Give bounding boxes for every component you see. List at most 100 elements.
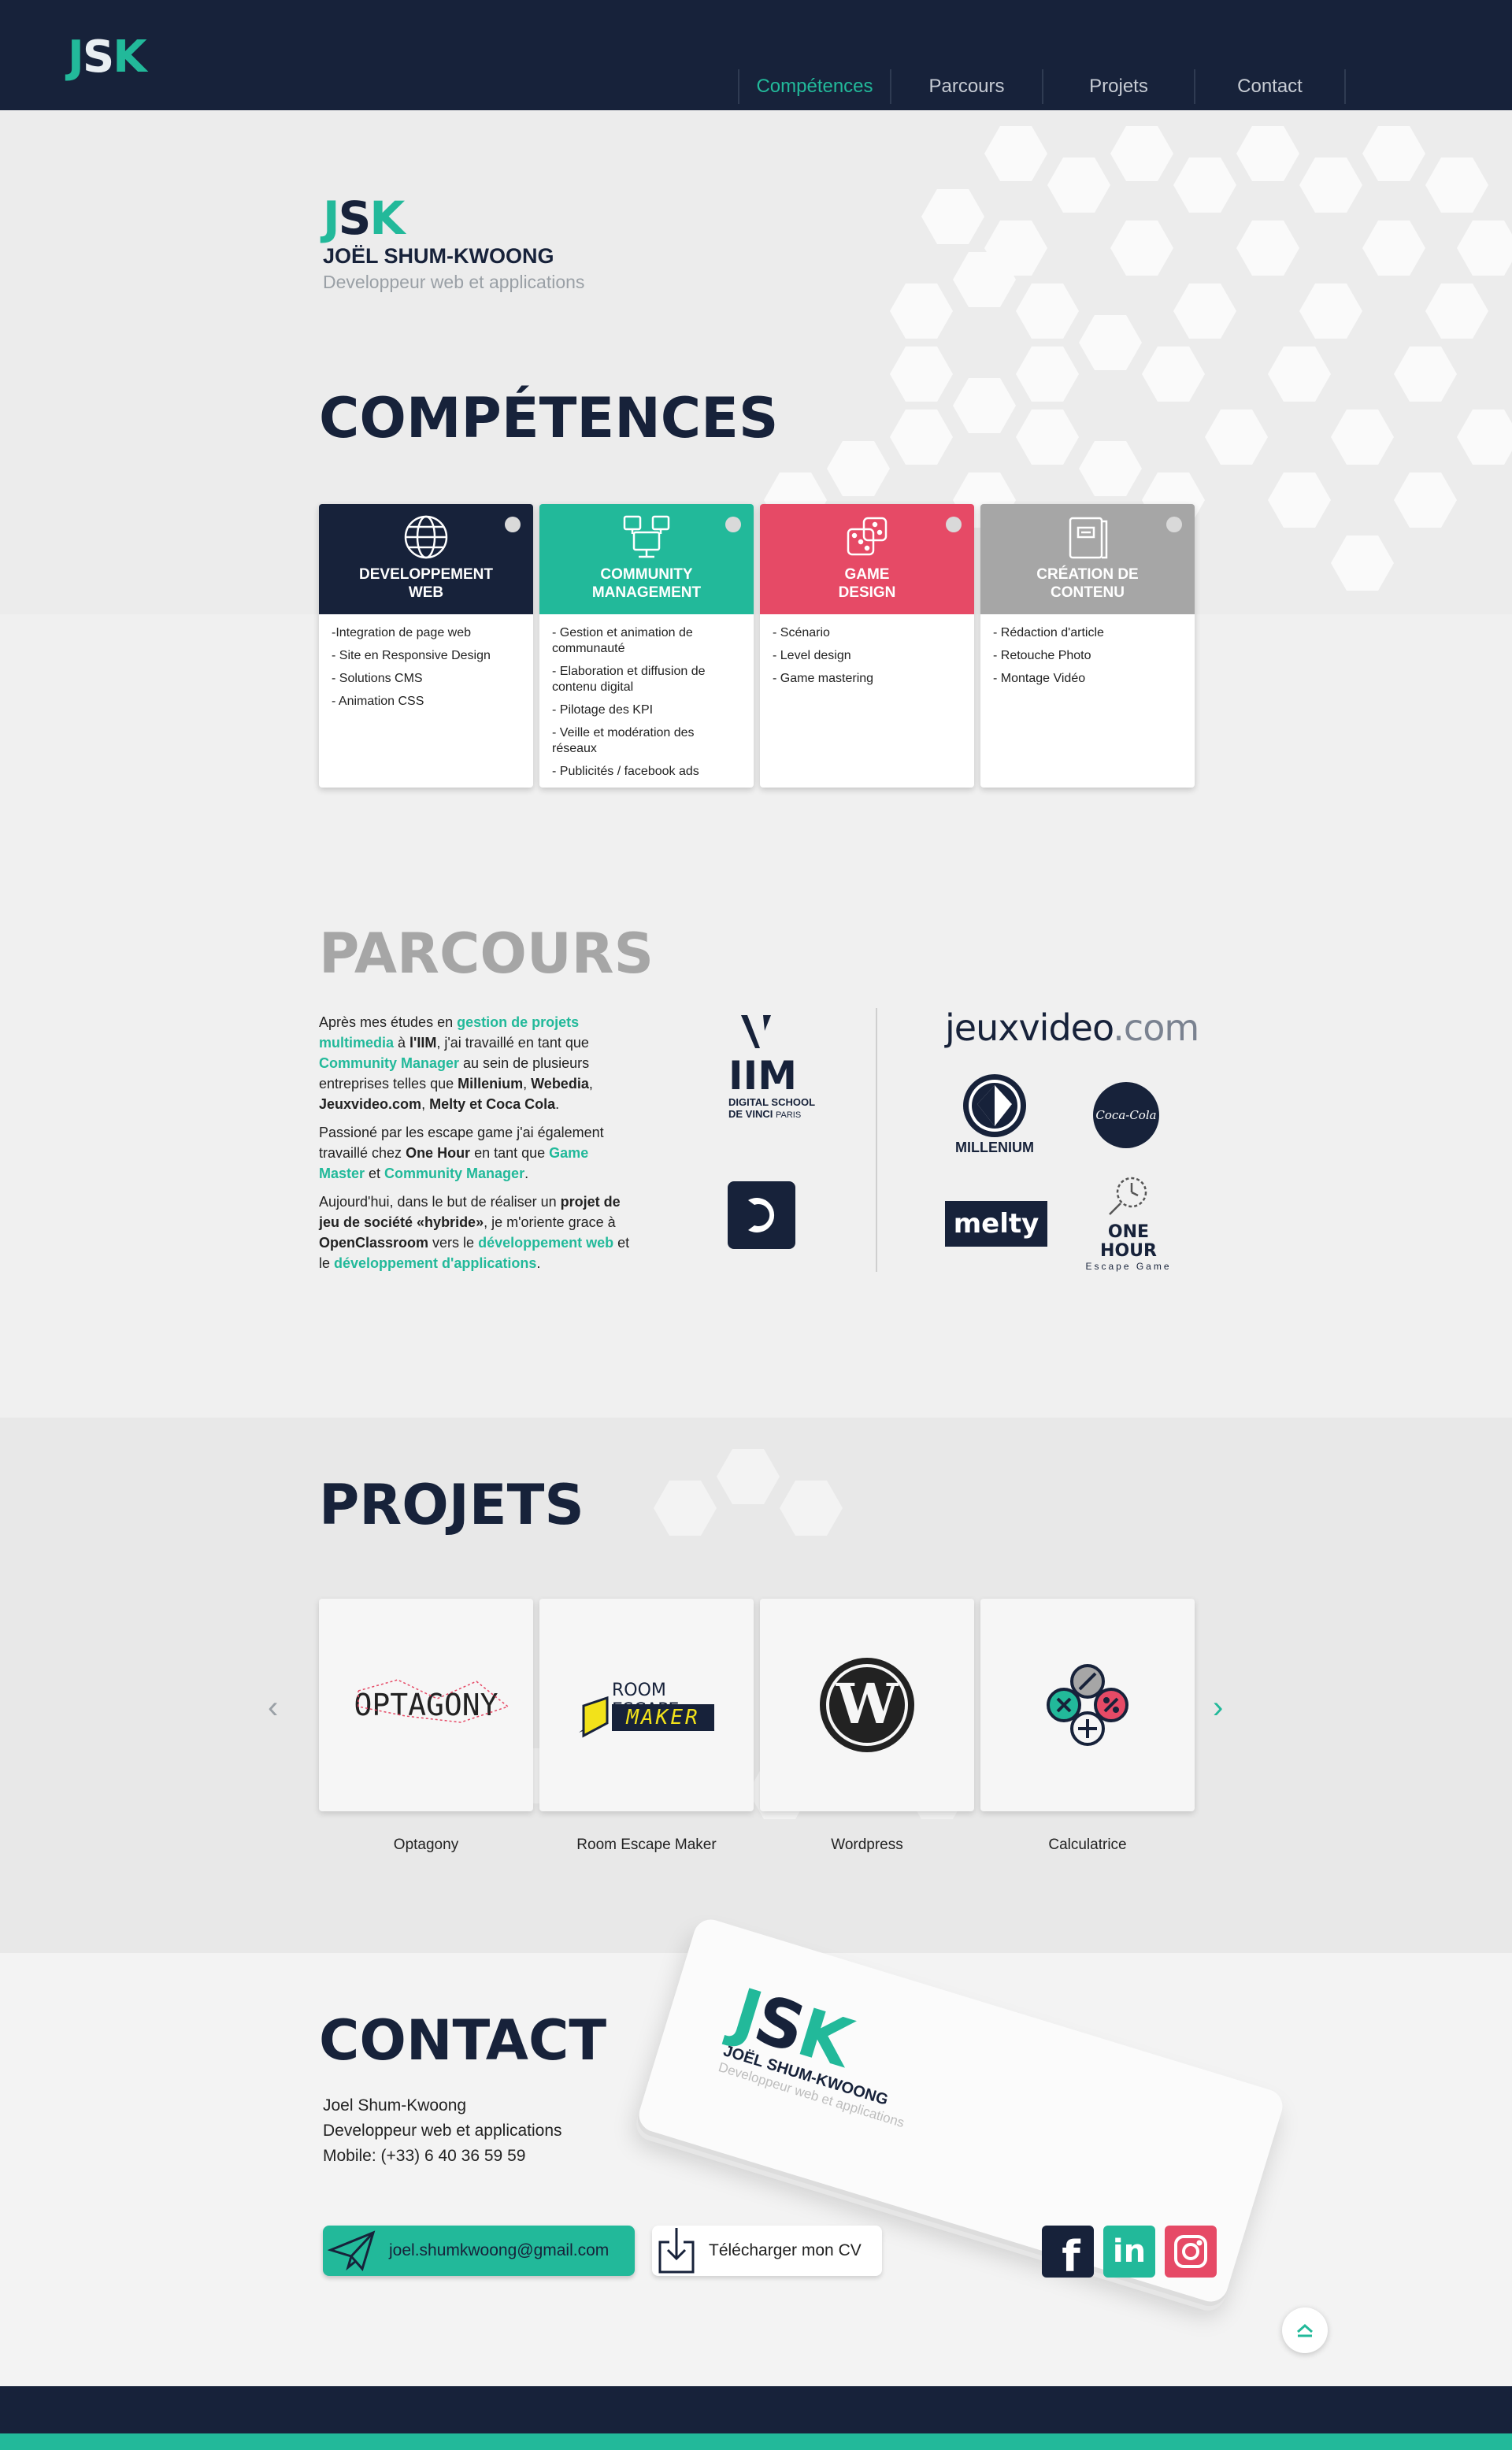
list-item: - Site en Responsive Design (332, 649, 491, 662)
melty-logo: melty (945, 1201, 1047, 1247)
card-list: - Scénario - Level design - Game masteri… (760, 614, 974, 705)
list-item: - Pilotage des KPI (552, 703, 654, 717)
project-label: Room Escape Maker (576, 1837, 717, 1853)
linkedin-icon: in (1112, 2233, 1147, 2270)
coca-cola-label: Coca-Cola (1095, 1108, 1157, 1122)
magnifier-clock-icon (1109, 1177, 1147, 1215)
list-item: - Animation CSS (332, 695, 424, 708)
iim-logo: IIM DIGITAL SCHOOL DE VINCI PARIS (728, 1012, 839, 1120)
iim-subtitle: PARIS (775, 1110, 802, 1120)
carousel-prev-button[interactable]: ‹ (268, 1692, 278, 1723)
card-community-management[interactable]: COMMUNITY MANAGEMENT - Gestion et animati… (539, 504, 754, 788)
nav-item-competences[interactable]: Compétences (738, 69, 890, 104)
linkedin-link[interactable]: in (1103, 2226, 1155, 2278)
list-item: - Montage Vidéo (993, 672, 1086, 685)
nav-item-contact[interactable]: Contact (1194, 69, 1346, 104)
back-to-top-button[interactable] (1282, 2307, 1328, 2353)
card-list: - Gestion et animation de communauté - E… (539, 614, 754, 788)
list-item: - Veille et modération des réseaux (552, 726, 695, 755)
card-creation-contenu[interactable]: CRÉATION DE CONTENU - Rédaction d'article… (980, 504, 1195, 788)
card-list: - Rédaction d'article - Retouche Photo -… (980, 614, 1195, 705)
nav-item-parcours[interactable]: Parcours (890, 69, 1042, 104)
onehour-logo: ONE HOUR Escape Game (1077, 1173, 1180, 1272)
parcours-paragraph: Aujourd'hui, dans le but de réaliser un … (319, 1194, 630, 1271)
list-item: -Integration de page web (332, 626, 472, 639)
melty-label: melty (953, 1208, 1040, 1240)
parcours-paragraph: Passioné par les escape game j'ai égalem… (319, 1125, 604, 1181)
contact-info: Joel Shum-Kwoong Developpeur web et appl… (323, 2093, 562, 2169)
list-item: - Game mastering (773, 672, 874, 685)
facebook-icon: f (1062, 2231, 1080, 2281)
list-item: - Scénario (773, 626, 830, 639)
project-card-room-escape-maker[interactable]: ROOM ESCAPE MAKER (539, 1599, 754, 1811)
chevron-up-icon (1297, 2323, 1313, 2337)
paper-plane-icon (328, 2230, 376, 2272)
project-label: Calculatrice (1048, 1837, 1127, 1853)
instagram-link[interactable] (1165, 2226, 1217, 2278)
contact-title: CONTACT (319, 2008, 607, 2073)
list-item: - Rédaction d'article (993, 626, 1104, 639)
card-title: MANAGEMENT (591, 584, 702, 601)
top-navbar: JSK Compétences Parcours Projets Contact (0, 0, 1512, 110)
card-title: DEVELOPPEMENT (359, 566, 493, 583)
project-label: Optagony (393, 1837, 459, 1853)
wordpress-icon: W (820, 1658, 914, 1752)
project-label: Wordpress (831, 1837, 903, 1853)
jeuxvideo-logo: jeuxvideo.com (945, 1006, 1199, 1049)
projets-labels: Optagony Room Escape Maker Wordpress Cal… (319, 1837, 1195, 1854)
parcours-divider (876, 1008, 877, 1272)
nav-logo[interactable]: JSK (68, 32, 147, 83)
download-cv-button[interactable]: Télécharger mon CV (652, 2226, 882, 2276)
project-card-calculatrice[interactable] (980, 1599, 1195, 1811)
iim-subtitle: DE VINCI (728, 1108, 773, 1120)
room-escape-maker-logo: ROOM ESCAPE MAKER (576, 1670, 717, 1740)
coca-cola-logo: Coca-Cola (1093, 1082, 1159, 1148)
calculator-buttons-icon (1047, 1664, 1128, 1746)
card-dot (725, 517, 741, 532)
email-button[interactable]: joel.shumkwoong@gmail.com (323, 2226, 635, 2276)
list-item: - Publicités / facebook ads (552, 765, 699, 778)
millenium-logo: MILLENIUM (947, 1073, 1042, 1156)
nav-item-projets[interactable]: Projets (1042, 69, 1194, 104)
card-list: -Integration de page web - Site en Respo… (319, 614, 533, 728)
card-developpement-web[interactable]: DEVELOPPEMENT WEB -Integration de page we… (319, 504, 533, 788)
card-title: COMMUNITY (600, 566, 693, 583)
projets-title: PROJETS (319, 1473, 584, 1537)
contact-name: Joel Shum-Kwoong (323, 2096, 467, 2115)
dice-icon (847, 517, 888, 556)
card-title: DESIGN (838, 584, 896, 601)
hero-name: JOËL SHUM-KWOONG (323, 244, 554, 268)
list-item: - Retouche Photo (993, 649, 1091, 662)
card-dot (1166, 517, 1182, 532)
iim-title: IIM (728, 1053, 797, 1099)
competences-cards: DEVELOPPEMENT WEB -Integration de page we… (319, 504, 1195, 788)
download-icon (658, 2228, 695, 2274)
footer-accent-strip (0, 2433, 1512, 2450)
iim-v-mark (741, 1015, 771, 1048)
rem-logo-text: MAKER (612, 1704, 714, 1731)
facebook-link[interactable]: f (1042, 2226, 1094, 2281)
hero-subtitle: Developpeur web et applications (323, 272, 585, 292)
iim-subtitle: DIGITAL SCHOOL (728, 1096, 816, 1108)
openclassroom-logo (728, 1181, 795, 1249)
jeuxvideo-logo-text: jeuxvideo (945, 1006, 1114, 1049)
card-game-design[interactable]: GAME DESIGN - Scénario - Level design - G… (760, 504, 974, 788)
instagram-icon (1174, 2235, 1207, 2268)
optagony-logo: OPTAGONY (354, 1679, 510, 1723)
email-label: joel.shumkwoong@gmail.com (389, 2241, 610, 2259)
jeuxvideo-logo-text: .com (1113, 1006, 1199, 1049)
download-cv-label: Télécharger mon CV (709, 2241, 862, 2259)
project-card-optagony[interactable]: OPTAGONY (319, 1599, 533, 1811)
contact-phone: Mobile: (+33) 6 40 36 59 59 (323, 2147, 526, 2165)
card-title: CONTENU (1051, 584, 1125, 601)
parcours-title: PARCOURS (319, 921, 654, 986)
project-card-wordpress[interactable]: W (760, 1599, 974, 1811)
onehour-sublabel: Escape Game (1085, 1261, 1172, 1272)
globe-icon (404, 515, 448, 559)
network-computers-icon (623, 515, 670, 558)
projets-carousel: OPTAGONY ROOM ESCAPE MAKER W (319, 1599, 1195, 1811)
notebook-icon (1069, 517, 1108, 559)
carousel-next-button[interactable]: › (1213, 1692, 1223, 1723)
hero-logo: JSK (323, 191, 405, 245)
millenium-label: MILLENIUM (955, 1140, 1034, 1155)
